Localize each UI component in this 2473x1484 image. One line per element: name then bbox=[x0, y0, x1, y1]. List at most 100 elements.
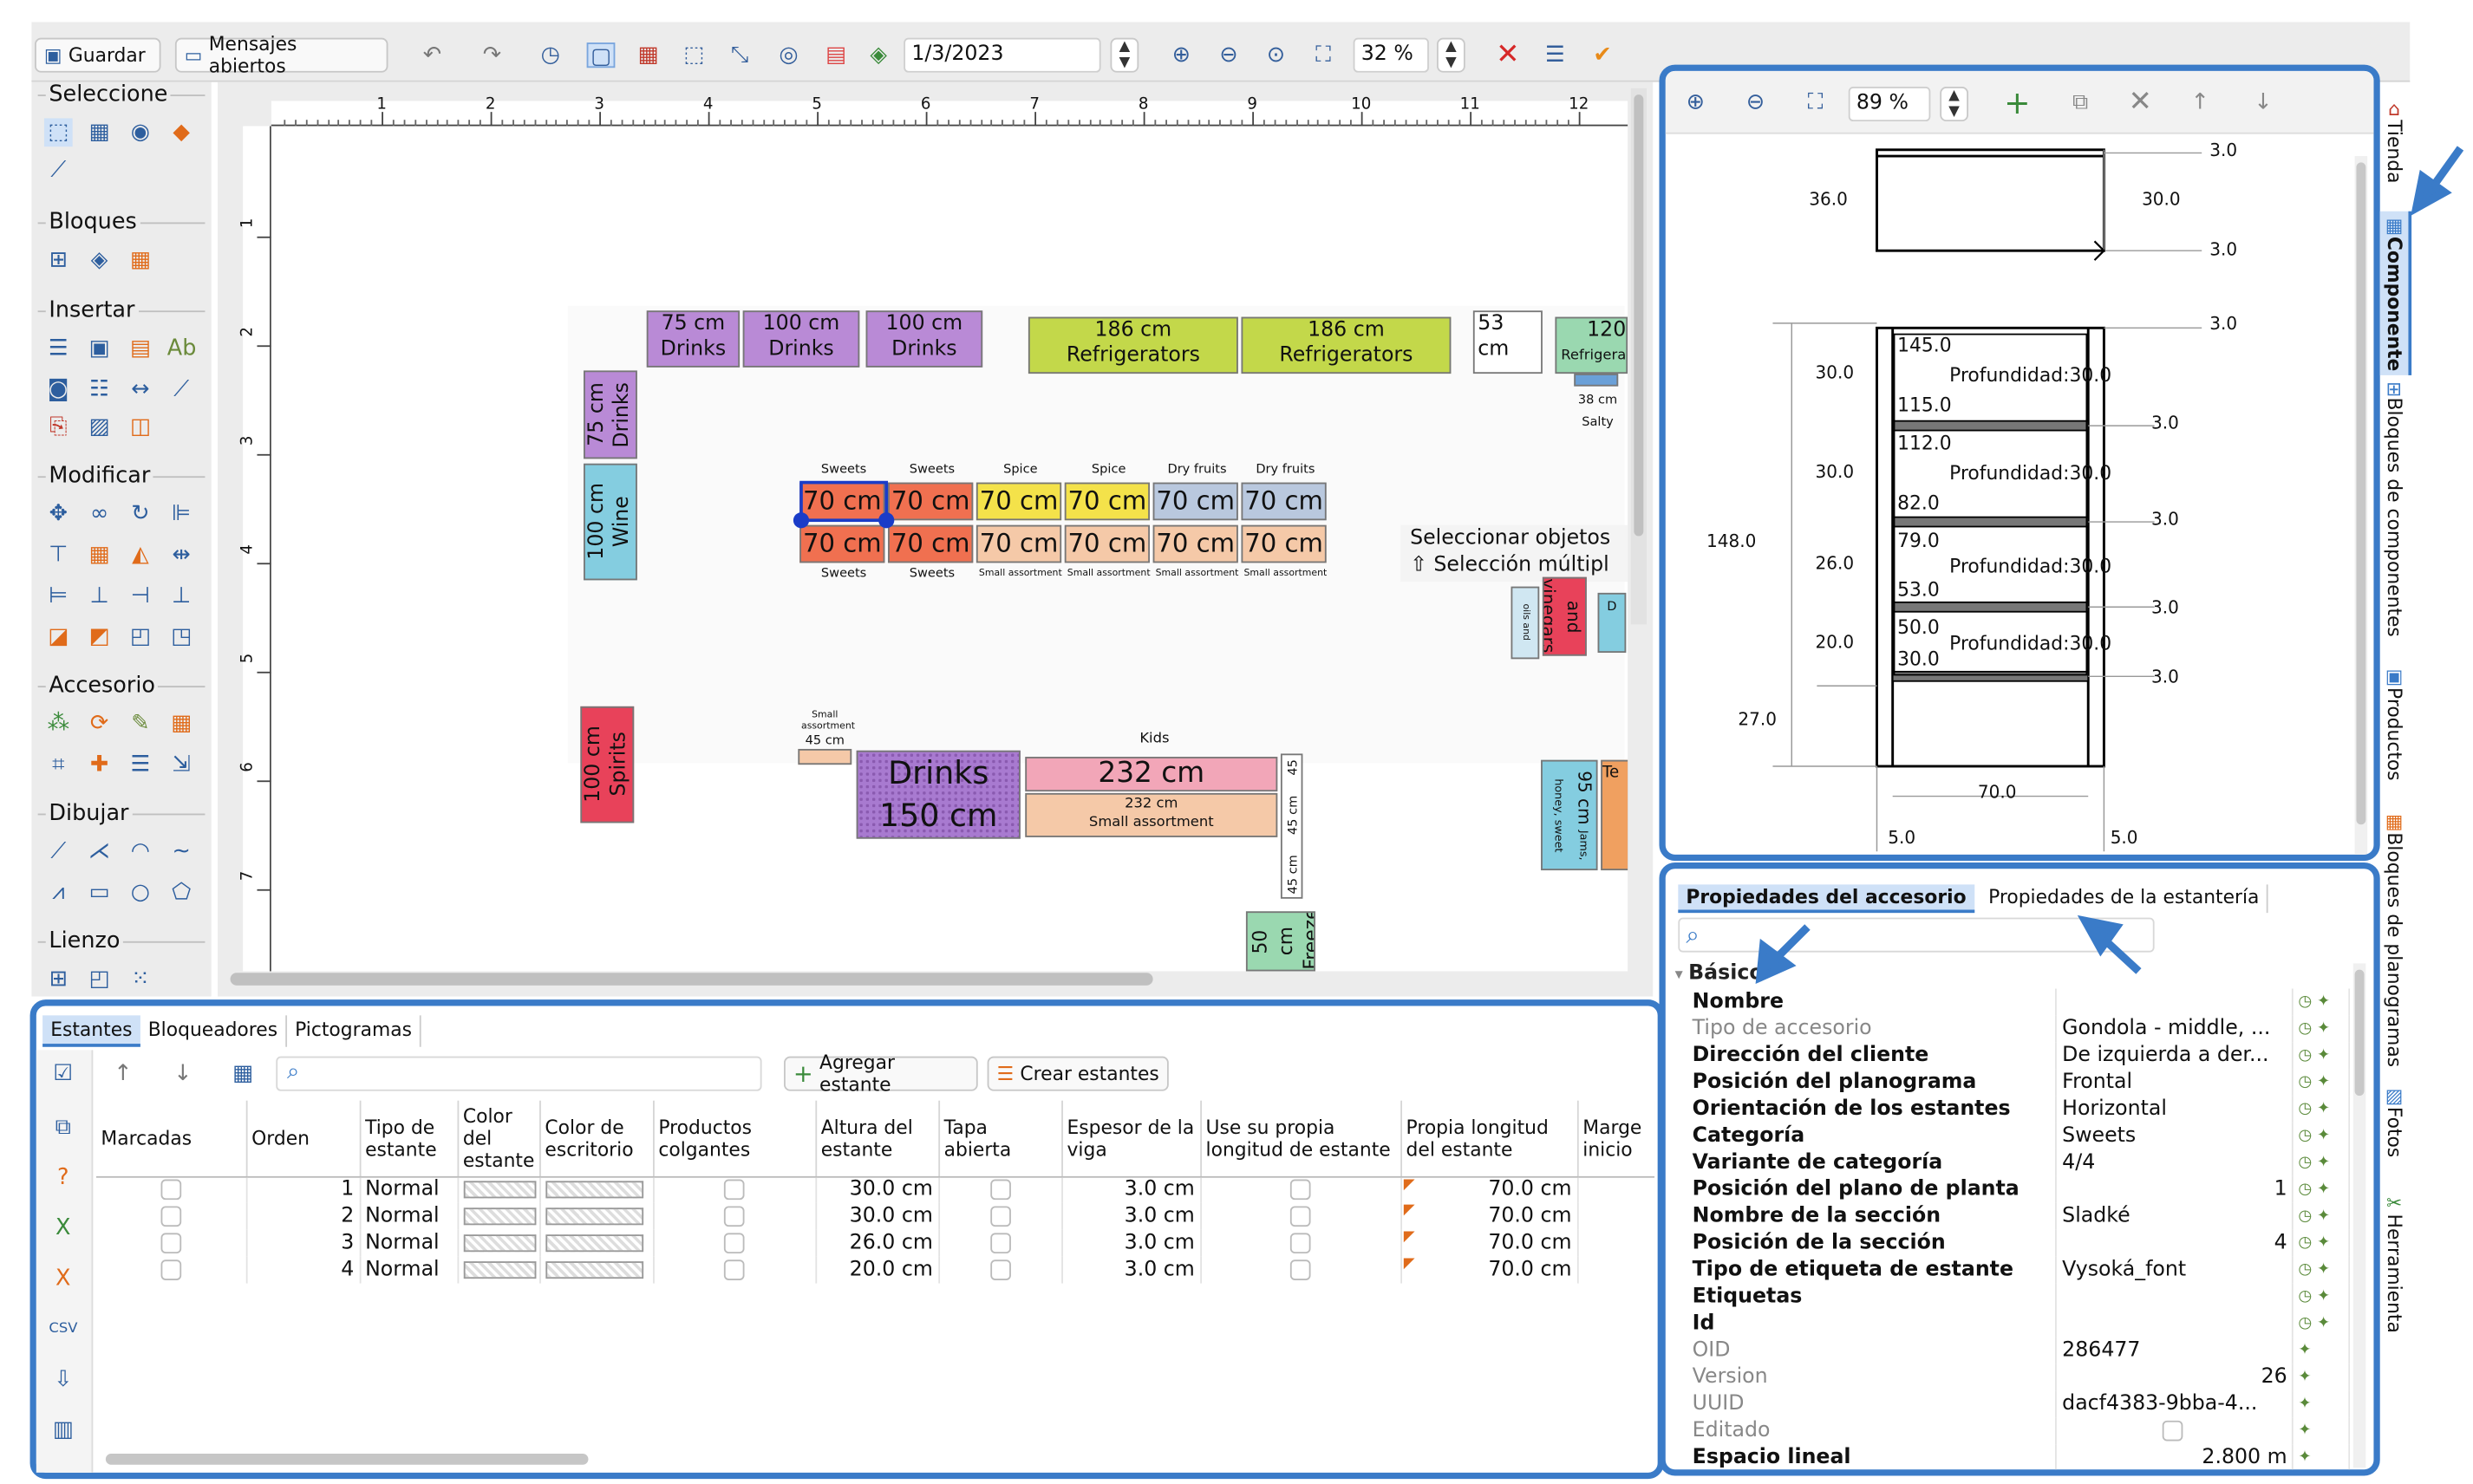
move-down-icon[interactable]: ↓ bbox=[169, 1059, 198, 1088]
cell-marked[interactable] bbox=[95, 1229, 247, 1257]
acc-stack-icon[interactable]: ☰ bbox=[127, 751, 155, 779]
drawing-zoom-out-icon[interactable]: ⊖ bbox=[1741, 90, 1770, 115]
hanging-checkbox[interactable] bbox=[723, 1259, 745, 1280]
add-shelf-button[interactable]: + Agregar estante bbox=[783, 1051, 978, 1096]
lock-icon[interactable]: ✦ bbox=[2317, 1128, 2330, 1145]
cell-height[interactable]: 30.0 cm bbox=[815, 1175, 940, 1203]
delete-icon[interactable]: ✕ bbox=[1493, 40, 1522, 68]
insert-box-icon[interactable]: ▣ bbox=[85, 335, 114, 363]
reset-icon[interactable]: ◷ bbox=[2298, 1074, 2317, 1091]
acc-bracket-icon[interactable]: ⌗ bbox=[44, 751, 73, 779]
column-header[interactable]: Tipo de estante bbox=[359, 1100, 459, 1177]
cell-height[interactable]: 30.0 cm bbox=[815, 1202, 940, 1230]
property-value[interactable]: De izquierda a der... bbox=[2056, 1042, 2294, 1070]
selection-handle-left[interactable] bbox=[793, 512, 810, 529]
lock-icon[interactable]: ✦ bbox=[2317, 1315, 2330, 1332]
lock-icon[interactable]: ✦ bbox=[2317, 1047, 2330, 1064]
cell-beam[interactable]: 3.0 cm bbox=[1061, 1229, 1202, 1257]
property-row[interactable]: Nombre de la sección Sladké ◷ ✦ bbox=[1687, 1202, 2351, 1230]
checklist-icon[interactable]: ☰ bbox=[1541, 42, 1569, 68]
insert-svg-icon[interactable]: ◫ bbox=[127, 413, 155, 442]
drawing-zoom-in-icon[interactable]: ⊕ bbox=[1681, 90, 1710, 115]
reset-icon[interactable]: ◷ bbox=[2298, 1207, 2317, 1225]
history-icon[interactable]: ◷ bbox=[536, 42, 564, 68]
down-component-icon[interactable]: ↓ bbox=[2249, 90, 2278, 115]
cell-desk-color[interactable] bbox=[539, 1229, 654, 1257]
frame-icon[interactable]: ▢ bbox=[586, 42, 616, 69]
cell-type[interactable]: Normal bbox=[359, 1256, 459, 1284]
cell-open-lid[interactable] bbox=[938, 1175, 1063, 1203]
fixture-drinks-75[interactable]: 75 cm Drinks bbox=[646, 310, 741, 368]
lock-icon[interactable]: ✦ bbox=[2298, 1422, 2311, 1440]
property-row[interactable]: Id ◷ ✦ bbox=[1687, 1310, 2351, 1338]
grid-select-icon[interactable]: ▦ bbox=[634, 42, 662, 68]
gondola-top-cell[interactable]: 70 cm bbox=[888, 482, 974, 521]
align-center-icon[interactable]: ⊥ bbox=[85, 582, 114, 610]
insert-dimension-icon[interactable]: ↔ bbox=[127, 375, 155, 404]
property-row[interactable]: Editado ✦ bbox=[1687, 1417, 2351, 1445]
shelves-search-input[interactable]: ⌕ bbox=[276, 1056, 762, 1091]
insert-table-icon[interactable]: ▤ bbox=[127, 335, 155, 363]
point-select-icon[interactable]: ◉ bbox=[127, 118, 155, 146]
canvas-page-icon[interactable]: ⊞ bbox=[44, 965, 73, 993]
cell-open-lid[interactable] bbox=[938, 1202, 1063, 1230]
cell-margin[interactable] bbox=[1576, 1229, 1655, 1257]
fixture-te[interactable]: Te bbox=[1601, 759, 1628, 871]
cell-length[interactable]: 70.0 cm bbox=[1400, 1229, 1578, 1257]
fixture-jams[interactable]: 95 cm Jams, honey, sweet creams bbox=[1541, 759, 1598, 871]
reset-icon[interactable]: ◷ bbox=[2298, 1154, 2317, 1171]
cell-height[interactable]: 26.0 cm bbox=[815, 1229, 940, 1257]
reset-icon[interactable]: ◷ bbox=[2298, 1101, 2317, 1118]
fixture-spirits[interactable]: 100 cm Spirits bbox=[580, 706, 635, 823]
reset-icon[interactable]: ◷ bbox=[2298, 1128, 2317, 1145]
color-icon[interactable]: ▤ bbox=[822, 42, 851, 68]
connect-icon[interactable]: ⤡ bbox=[726, 42, 754, 68]
hanging-checkbox[interactable] bbox=[723, 1179, 745, 1201]
draw-curve-icon[interactable]: ∼ bbox=[167, 837, 196, 866]
property-value[interactable]: 2.800 m bbox=[2056, 1444, 2294, 1470]
cell-length[interactable]: 70.0 cm bbox=[1400, 1256, 1578, 1284]
cell-desk-color[interactable] bbox=[539, 1202, 654, 1230]
lasso-icon[interactable]: ▦ bbox=[85, 118, 114, 146]
gondola-top-cell[interactable]: 70 cm bbox=[975, 482, 1062, 521]
gondola-bottom-cell[interactable]: 70 cm bbox=[799, 524, 885, 563]
zoom-in-icon[interactable]: ⊕ bbox=[1167, 42, 1196, 68]
tab-blockers[interactable]: Bloqueadores bbox=[140, 1015, 288, 1047]
property-row[interactable]: UUID dacf4383-9bba-4... ✦ bbox=[1687, 1390, 2351, 1418]
property-value[interactable]: Horizontal bbox=[2056, 1096, 2294, 1123]
open-messages-button[interactable]: ▭ Mensajes abiertos bbox=[174, 33, 388, 77]
gondola-bottom-cell[interactable]: 70 cm bbox=[1241, 524, 1327, 563]
property-value[interactable] bbox=[2056, 1417, 2294, 1445]
excel-import-icon[interactable]: X bbox=[49, 1214, 77, 1243]
tab-shelves[interactable]: Estantes bbox=[42, 1015, 140, 1047]
create-shelves-button[interactable]: ☰ Crear estantes bbox=[987, 1056, 1169, 1091]
link-icon[interactable]: ∞ bbox=[85, 500, 114, 529]
block-icon[interactable]: ⊞ bbox=[44, 246, 73, 275]
property-value[interactable]: 26 bbox=[2056, 1364, 2294, 1391]
layer-select-icon[interactable]: ◆ bbox=[167, 118, 196, 146]
column-header[interactable]: Productos colgantes bbox=[653, 1100, 817, 1177]
align-top-icon[interactable]: ⊤ bbox=[44, 541, 73, 570]
cell-hanging[interactable] bbox=[653, 1229, 817, 1257]
fixture-d[interactable]: D bbox=[1597, 592, 1627, 654]
draw-circle-icon[interactable]: ○ bbox=[127, 878, 155, 907]
insert-camera-icon[interactable]: ◙ bbox=[44, 375, 73, 404]
property-row[interactable]: Posición del plano de planta 1 ◷ ✦ bbox=[1687, 1175, 2351, 1203]
cell-type[interactable]: Normal bbox=[359, 1175, 459, 1203]
cell-hanging[interactable] bbox=[653, 1256, 817, 1284]
block-layer-icon[interactable]: ◈ bbox=[85, 246, 114, 275]
table-row[interactable]: 3 Normal 26.0 cm 3.0 cm 70.0 cm bbox=[95, 1229, 1655, 1257]
cell-own-length[interactable] bbox=[1200, 1256, 1402, 1284]
distribute-icon[interactable]: ⇹ bbox=[167, 541, 196, 570]
fixture-drinks-150[interactable]: Drinks 150 cm bbox=[856, 750, 1021, 839]
reset-icon[interactable]: ◷ bbox=[2298, 1047, 2317, 1064]
layers-icon[interactable]: ◈ bbox=[865, 42, 893, 68]
mirror-icon[interactable]: ◭ bbox=[127, 541, 155, 570]
side-tab-tools[interactable]: ✂Herramienta bbox=[2383, 1192, 2404, 1333]
block-group-icon[interactable]: ▦ bbox=[127, 246, 155, 275]
target-icon[interactable]: ◎ bbox=[774, 42, 803, 68]
group-icon[interactable]: ◰ bbox=[127, 622, 155, 651]
send-back-icon[interactable]: ◩ bbox=[85, 622, 114, 651]
approve-icon[interactable]: ✔ bbox=[1589, 42, 1617, 68]
select-arrow-icon[interactable]: ⬚ bbox=[43, 118, 73, 147]
